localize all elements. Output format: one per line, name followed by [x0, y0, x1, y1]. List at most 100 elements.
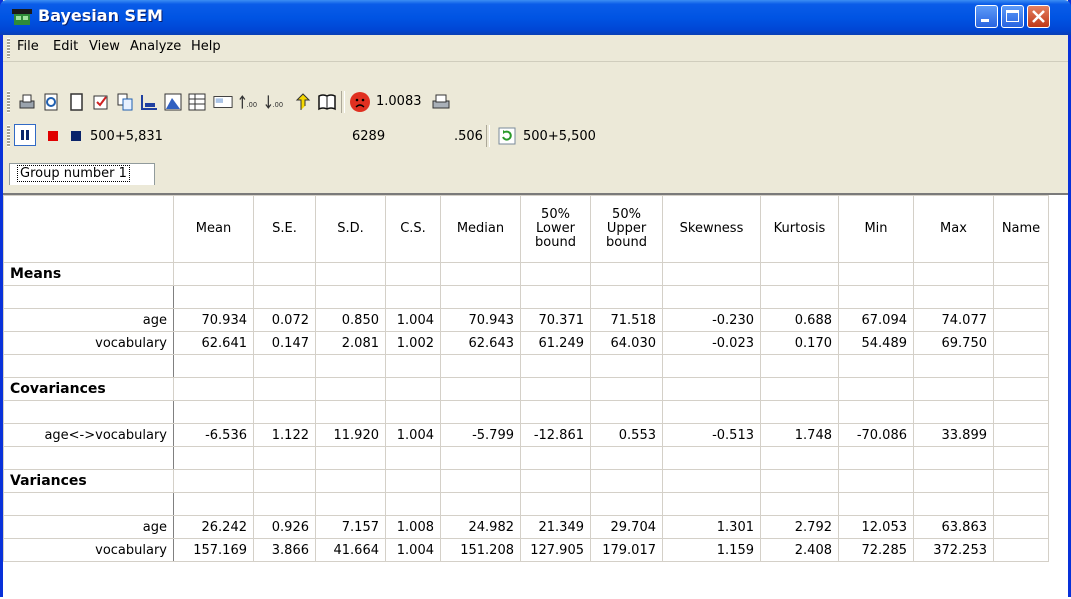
table-cell[interactable]: [838, 377, 914, 401]
row-label[interactable]: vocabulary: [3, 538, 174, 562]
table-cell[interactable]: [440, 285, 521, 309]
table-cell[interactable]: 1.122: [253, 423, 316, 447]
menu-edit[interactable]: Edit: [53, 39, 78, 54]
table-cell[interactable]: [173, 469, 254, 493]
table-cell[interactable]: 1.159: [662, 538, 761, 562]
table-cell[interactable]: [838, 262, 914, 286]
table-cell[interactable]: 61.249: [520, 331, 591, 355]
table-cell[interactable]: [993, 377, 1049, 401]
table-cell[interactable]: 157.169: [173, 538, 254, 562]
table-cell[interactable]: [253, 285, 316, 309]
table-cell[interactable]: [993, 331, 1049, 355]
table-cell[interactable]: [520, 377, 591, 401]
table-cell[interactable]: [590, 285, 663, 309]
table-cell[interactable]: [315, 285, 386, 309]
table-cell[interactable]: [440, 354, 521, 378]
table-cell[interactable]: [913, 469, 994, 493]
table-cell[interactable]: 2.408: [760, 538, 839, 562]
table-cell[interactable]: [760, 446, 839, 470]
table-cell[interactable]: [173, 285, 254, 309]
table-cell[interactable]: [993, 538, 1049, 562]
row-label[interactable]: [3, 446, 174, 470]
menu-analyze[interactable]: Analyze: [130, 39, 181, 54]
row-label[interactable]: Covariances: [3, 377, 174, 401]
table-cell[interactable]: 70.934: [173, 308, 254, 332]
table-cell[interactable]: 74.077: [913, 308, 994, 332]
table-cell[interactable]: [315, 377, 386, 401]
row-label[interactable]: Variances: [3, 469, 174, 493]
row-label[interactable]: age<->vocabulary: [3, 423, 174, 447]
table-cell[interactable]: 70.371: [520, 308, 591, 332]
table-cell[interactable]: 11.920: [315, 423, 386, 447]
table-cell[interactable]: [662, 446, 761, 470]
table-cell[interactable]: [913, 446, 994, 470]
table-cell[interactable]: [315, 400, 386, 424]
close-button[interactable]: [1027, 5, 1050, 28]
table-cell[interactable]: [760, 354, 839, 378]
table-cell[interactable]: [993, 262, 1049, 286]
row-label[interactable]: age: [3, 515, 174, 539]
table-cell[interactable]: [838, 446, 914, 470]
table-cell[interactable]: 54.489: [838, 331, 914, 355]
table-cell[interactable]: [590, 354, 663, 378]
table-cell[interactable]: [315, 469, 386, 493]
table-cell[interactable]: [662, 469, 761, 493]
table-cell[interactable]: 24.982: [440, 515, 521, 539]
stop-square-icon[interactable]: [66, 126, 86, 146]
row-label[interactable]: vocabulary: [3, 331, 174, 355]
table-cell[interactable]: 0.072: [253, 308, 316, 332]
table-cell[interactable]: [253, 377, 316, 401]
table-cell[interactable]: [913, 492, 994, 516]
table-cell[interactable]: [520, 400, 591, 424]
arrow-up-icon[interactable]: [293, 92, 313, 112]
table-cell[interactable]: [315, 354, 386, 378]
table-cell[interactable]: 0.170: [760, 331, 839, 355]
table-cell[interactable]: [440, 446, 521, 470]
copy-icon[interactable]: [115, 92, 135, 112]
table-cell[interactable]: [173, 354, 254, 378]
table-cell[interactable]: [385, 354, 441, 378]
table-cell[interactable]: -0.230: [662, 308, 761, 332]
table-cell[interactable]: 151.208: [440, 538, 521, 562]
table-cell[interactable]: -12.861: [520, 423, 591, 447]
row-label[interactable]: [3, 400, 174, 424]
table-cell[interactable]: [173, 446, 254, 470]
table-cell[interactable]: [590, 400, 663, 424]
table-cell[interactable]: [253, 492, 316, 516]
table-cell[interactable]: 67.094: [838, 308, 914, 332]
table-cell[interactable]: [253, 262, 316, 286]
toolbar-grip[interactable]: [7, 125, 10, 147]
table-cell[interactable]: -5.799: [440, 423, 521, 447]
table-cell[interactable]: 69.750: [913, 331, 994, 355]
table-cell[interactable]: 71.518: [590, 308, 663, 332]
table-cell[interactable]: [440, 400, 521, 424]
table-cell[interactable]: [913, 354, 994, 378]
table-cell[interactable]: [838, 285, 914, 309]
table-cell[interactable]: [253, 354, 316, 378]
maximize-button[interactable]: [1001, 5, 1024, 28]
table-cell[interactable]: 0.688: [760, 308, 839, 332]
table-cell[interactable]: [173, 400, 254, 424]
row-label[interactable]: [3, 492, 174, 516]
table-cell[interactable]: 1.748: [760, 423, 839, 447]
fit-window-icon[interactable]: [213, 92, 233, 112]
table-cell[interactable]: [440, 469, 521, 493]
table-cell[interactable]: 62.641: [173, 331, 254, 355]
table-cell[interactable]: [760, 469, 839, 493]
menu-help[interactable]: Help: [191, 39, 221, 54]
table-cell[interactable]: [520, 446, 591, 470]
table-cell[interactable]: [993, 515, 1049, 539]
table-cell[interactable]: 3.866: [253, 538, 316, 562]
row-label[interactable]: age: [3, 308, 174, 332]
book-icon[interactable]: [317, 92, 337, 112]
table-cell[interactable]: [440, 492, 521, 516]
table-cell[interactable]: 372.253: [913, 538, 994, 562]
table-cell[interactable]: [913, 285, 994, 309]
table-cell[interactable]: -6.536: [173, 423, 254, 447]
table-cell[interactable]: [253, 469, 316, 493]
area-chart-icon[interactable]: [163, 92, 183, 112]
table-cell[interactable]: 2.792: [760, 515, 839, 539]
print-icon[interactable]: [17, 92, 37, 112]
table-cell[interactable]: [993, 400, 1049, 424]
table-icon[interactable]: [187, 92, 207, 112]
